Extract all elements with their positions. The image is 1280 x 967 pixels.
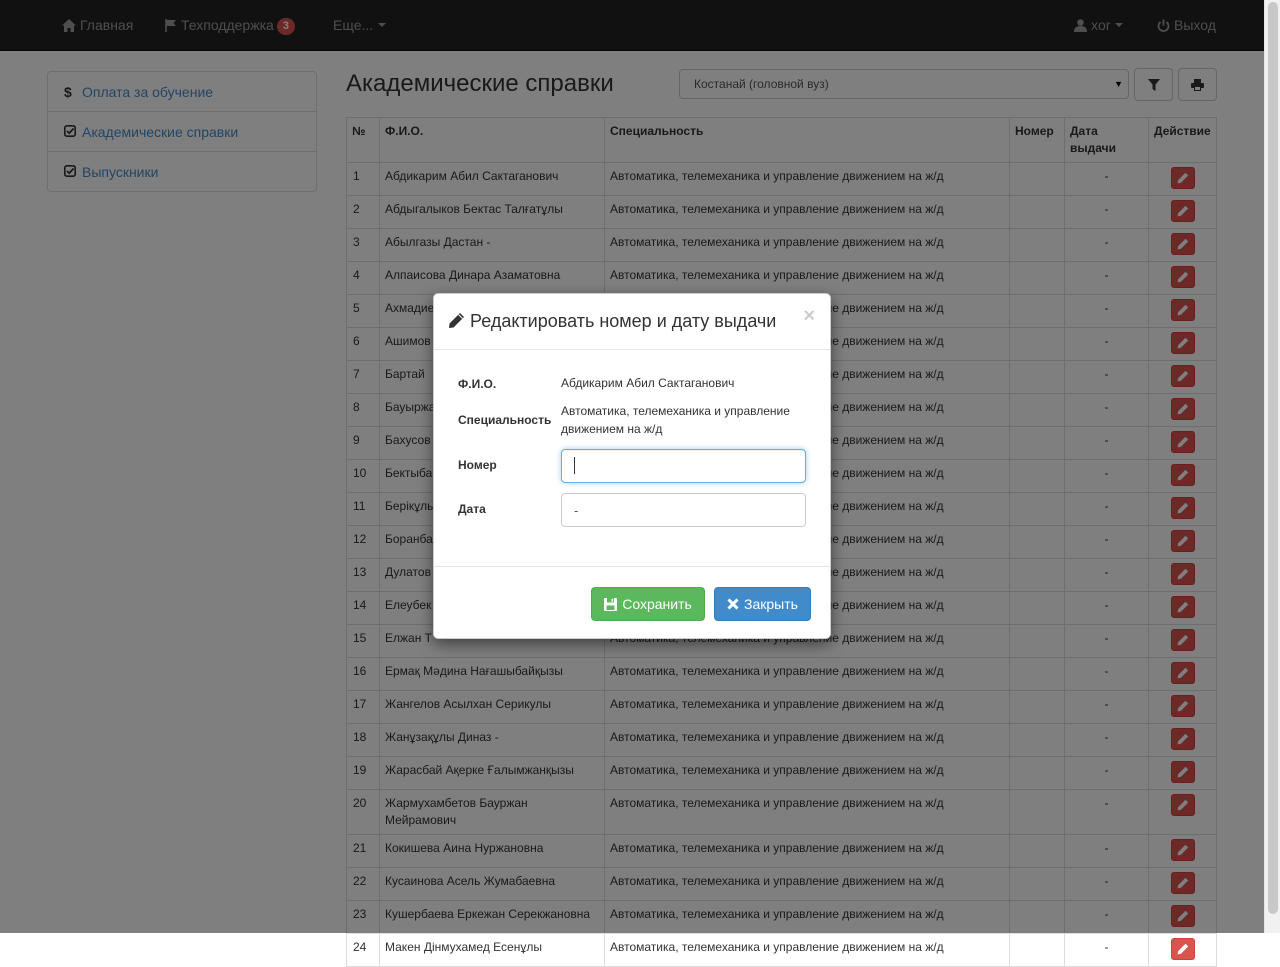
row-cert-number: [1009, 933, 1065, 967]
date-input[interactable]: [561, 493, 806, 527]
close-icon[interactable]: ×: [803, 306, 815, 326]
close-button-label: Закрыть: [744, 596, 798, 612]
text-cursor: [574, 457, 575, 474]
close-icon: [727, 598, 739, 610]
save-button[interactable]: Сохранить: [591, 587, 705, 621]
floppy-disk-icon: [604, 597, 618, 611]
pencil-icon: [449, 313, 464, 328]
fio-label: Ф.И.О.: [458, 377, 497, 391]
modal-title: Редактировать номер и дату выдачи: [448, 310, 776, 332]
row-action: [1148, 933, 1217, 967]
fio-value: Абдикарим Абил Сактаганович: [561, 376, 735, 390]
scrollbar-thumb[interactable]: [1268, 2, 1278, 914]
modal-title-text: Редактировать номер и дату выдачи: [470, 311, 777, 331]
edit-button[interactable]: [1170, 938, 1195, 960]
row-issue-date: -: [1064, 933, 1149, 967]
save-button-label: Сохранить: [622, 596, 692, 612]
number-label: Номер: [458, 458, 497, 472]
row-fio: Макен Дінмухамед Есенұлы: [379, 933, 605, 967]
pencil-icon: [1177, 943, 1189, 955]
close-button[interactable]: Закрыть: [714, 587, 811, 621]
modal-footer: Сохранить Закрыть: [434, 566, 830, 640]
specialty-value: Автоматика, телемеханика и управление дв…: [561, 404, 790, 436]
modal-header: Редактировать номер и дату выдачи ×: [434, 294, 830, 350]
number-input[interactable]: [561, 449, 806, 483]
page-scrollbar[interactable]: [1264, 0, 1280, 933]
date-label: Дата: [458, 502, 486, 516]
row-number: 24: [346, 933, 380, 967]
specialty-label: Специальность: [458, 413, 552, 427]
edit-modal: Редактировать номер и дату выдачи × Ф.И.…: [433, 293, 831, 639]
row-specialty: Автоматика, телемеханика и управление дв…: [604, 933, 1010, 967]
table-row: 24 Макен Дінмухамед Есенұлы Автоматика, те…: [346, 933, 1217, 967]
